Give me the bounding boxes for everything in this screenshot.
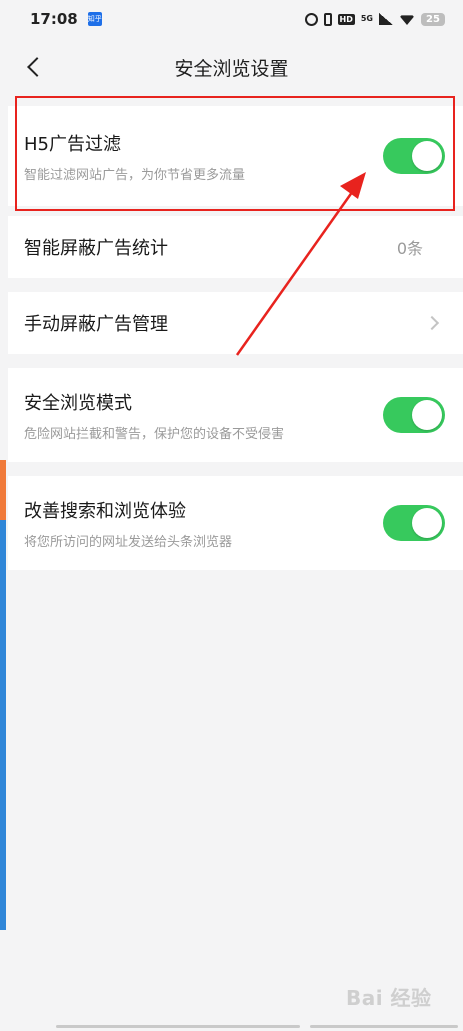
battery-icon: 25 bbox=[421, 12, 445, 26]
page-title: 安全浏览设置 bbox=[174, 57, 289, 80]
watermark: Bai 经验 bbox=[346, 986, 432, 1010]
edge-strip bbox=[0, 460, 6, 930]
nav-bar: 安全浏览设置 bbox=[0, 38, 463, 96]
chevron-left-icon bbox=[27, 57, 47, 77]
row-title: 改善搜索和浏览体验 bbox=[24, 500, 186, 522]
status-left: 17:08 知乎 bbox=[30, 10, 102, 28]
setting-row-safe-mode: 安全浏览模式 危险网站拦截和警告，保护您的设备不受侵害 bbox=[8, 368, 463, 462]
row-text: 智能屏蔽广告统计 bbox=[24, 234, 397, 260]
row-subtitle: 将您所访问的网址发送给头条浏览器 bbox=[24, 534, 233, 550]
setting-row-h5-filter: H5广告过滤 智能过滤网站广告，为你节省更多流量 bbox=[8, 106, 463, 206]
improve-search-toggle[interactable] bbox=[383, 505, 445, 541]
row-title: 智能屏蔽广告统计 bbox=[24, 238, 168, 259]
safe-mode-toggle[interactable] bbox=[383, 397, 445, 433]
zhihu-app-icon: 知乎 bbox=[87, 12, 102, 26]
wifi-icon bbox=[399, 15, 415, 25]
blocked-count: 0条 bbox=[396, 239, 423, 258]
setting-row-smart-block-stats[interactable]: 智能屏蔽广告统计 0条 bbox=[8, 216, 463, 278]
row-subtitle: 智能过滤网站广告，为你节省更多流量 bbox=[24, 167, 246, 183]
status-bar: 17:08 知乎 HD 5G 25 bbox=[0, 0, 463, 38]
vibrate-icon bbox=[323, 12, 332, 26]
home-indicator-secondary bbox=[310, 1025, 458, 1028]
row-text: 安全浏览模式 危险网站拦截和警告，保护您的设备不受侵害 bbox=[24, 389, 383, 442]
row-text: H5广告过滤 智能过滤网站广告，为你节省更多流量 bbox=[24, 130, 383, 183]
row-title: H5广告过滤 bbox=[24, 133, 121, 155]
alarm-icon bbox=[304, 12, 318, 26]
status-right: HD 5G 25 bbox=[304, 12, 445, 26]
setting-row-manual-block[interactable]: 手动屏蔽广告管理 bbox=[8, 292, 463, 354]
h5-filter-toggle[interactable] bbox=[383, 138, 445, 174]
toggle-knob bbox=[412, 400, 442, 430]
row-text: 改善搜索和浏览体验 将您所访问的网址发送给头条浏览器 bbox=[24, 497, 383, 550]
network-type-label: 5G bbox=[360, 14, 373, 23]
toggle-knob bbox=[412, 508, 442, 538]
row-title: 手动屏蔽广告管理 bbox=[24, 314, 168, 335]
row-subtitle: 危险网站拦截和警告，保护您的设备不受侵害 bbox=[24, 426, 285, 442]
hd-icon: HD bbox=[337, 13, 355, 25]
setting-row-improve-search: 改善搜索和浏览体验 将您所访问的网址发送给头条浏览器 bbox=[8, 476, 463, 570]
row-text: 手动屏蔽广告管理 bbox=[24, 310, 427, 336]
chevron-right-icon bbox=[424, 315, 440, 331]
row-title: 安全浏览模式 bbox=[24, 392, 132, 414]
status-time: 17:08 bbox=[30, 10, 78, 28]
toggle-knob bbox=[412, 141, 442, 171]
back-button[interactable] bbox=[18, 51, 50, 83]
signal-icon bbox=[379, 13, 393, 25]
home-indicator bbox=[56, 1025, 300, 1028]
